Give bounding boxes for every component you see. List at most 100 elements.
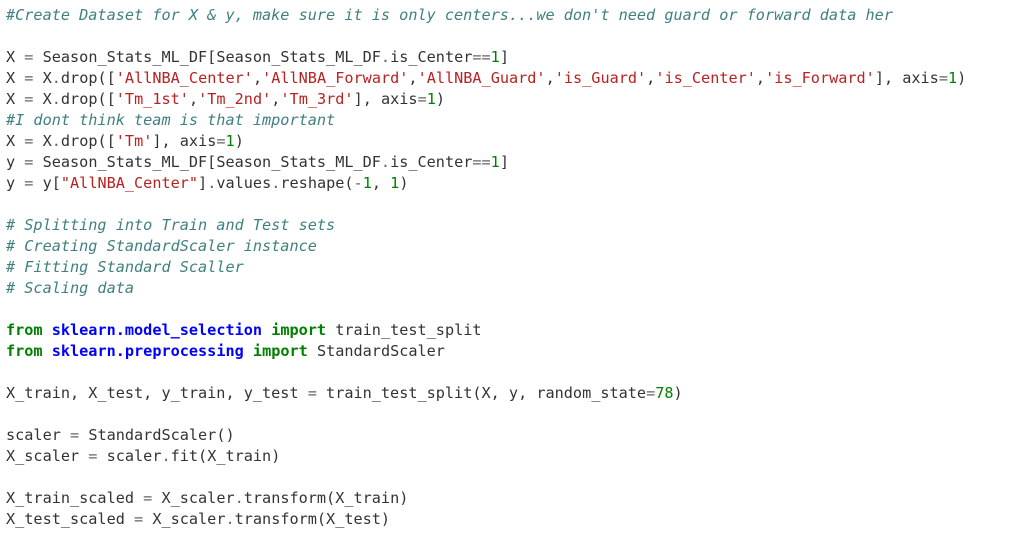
- code-line: X_train_scaled = X_scaler.transform(X_tr…: [6, 488, 1019, 509]
- code-line: scaler = StandardScaler(): [6, 425, 1019, 446]
- code-token-string: 'AllNBA_Guard': [417, 69, 546, 87]
- code-token-text: transform(X_test): [234, 510, 391, 528]
- code-line: #I dont think team is that important: [6, 110, 1019, 131]
- code-token-text: X: [6, 132, 25, 150]
- code-token-number: 1: [225, 132, 235, 150]
- code-token-op: .: [234, 489, 244, 507]
- code-token-text: ], axis: [353, 90, 418, 108]
- code-token-comment: #I dont think team is that important: [6, 111, 336, 129]
- code-token-op: =: [143, 489, 153, 507]
- code-token-text: y: [6, 174, 25, 192]
- code-line: X_train, X_test, y_train, y_test = train…: [6, 383, 1019, 404]
- code-token-string: 'Tm_3rd': [280, 90, 354, 108]
- code-line: X = X.drop(['Tm_1st','Tm_2nd','Tm_3rd'],…: [6, 89, 1019, 110]
- code-line: #Create Dataset for X & y, make sure it …: [6, 5, 1019, 26]
- code-token-text: ,: [545, 69, 555, 87]
- code-token-text: ,: [646, 69, 656, 87]
- code-line: X = X.drop(['Tm'], axis=1): [6, 131, 1019, 152]
- code-token-text: ], axis: [152, 132, 217, 150]
- code-token-text: values: [216, 174, 272, 192]
- code-token-text: ]: [499, 48, 509, 66]
- code-token-number: 1: [947, 69, 958, 87]
- code-line: # Fitting Standard Scaller: [6, 257, 1019, 278]
- code-token-text: StandardScaler: [307, 342, 445, 360]
- code-token-op: -: [353, 174, 363, 192]
- code-token-op: =: [70, 426, 80, 444]
- code-token-text: X_train, X_test, y_train, y_test: [6, 384, 308, 402]
- code-token-keyword: from: [6, 321, 43, 339]
- code-token-text: ,: [408, 69, 418, 87]
- code-token-text: ,: [371, 174, 391, 192]
- code-token-comment: # Creating StandardScaler instance: [6, 237, 317, 255]
- code-token-text: ): [234, 132, 244, 150]
- code-token-op: =: [216, 132, 226, 150]
- code-token-number: 1: [362, 174, 372, 192]
- code-token-text: ): [673, 384, 683, 402]
- code-line: X_test_scaled = X_scaler.transform(X_tes…: [6, 509, 1019, 530]
- code-token-module: sklearn.model_selection: [51, 321, 263, 339]
- code-token-text: X: [6, 48, 25, 66]
- code-token-string: 'is_Forward': [765, 69, 875, 87]
- code-token-string: 'is_Guard': [554, 69, 647, 87]
- code-token-number: 1: [426, 90, 436, 108]
- code-line: y = y["AllNBA_Center"].values.reshape(-1…: [6, 173, 1019, 194]
- code-token-text: y[: [33, 174, 61, 192]
- code-token-text: ): [399, 174, 409, 192]
- code-token-text: is_Center: [390, 153, 473, 171]
- code-line: y = Season_Stats_ML_DF[Season_Stats_ML_D…: [6, 152, 1019, 173]
- code-token-text: is_Center: [390, 48, 473, 66]
- code-token-op: .: [380, 48, 391, 66]
- code-token-op: ==: [472, 153, 491, 171]
- code-token-string: 'Tm_1st': [115, 90, 189, 108]
- code-token-text: X_test_scaled: [6, 510, 135, 528]
- code-token-number: 1: [390, 174, 400, 192]
- code-line: # Creating StandardScaler instance: [6, 236, 1019, 257]
- code-token-op: .: [51, 132, 61, 150]
- code-token-comment: # Splitting into Train and Test sets: [6, 216, 336, 234]
- code-line: # Scaling data: [6, 278, 1019, 299]
- code-token-text: ]: [499, 153, 509, 171]
- code-token-text: X_train_scaled: [6, 489, 144, 507]
- code-token-op: .: [51, 90, 61, 108]
- code-token-keyword: import: [271, 321, 327, 339]
- code-line: # Splitting into Train and Test sets: [6, 215, 1019, 236]
- code-token-text: Season_Stats_ML_DF[Season_Stats_ML_DF: [33, 153, 381, 171]
- code-token-comment: #Create Dataset for X & y, make sure it …: [6, 6, 893, 24]
- code-token-text: scaler: [6, 426, 71, 444]
- code-token-text: X: [6, 90, 25, 108]
- code-token-string: 'AllNBA_Center': [115, 69, 253, 87]
- code-token-text: ], axis: [874, 69, 939, 87]
- code-token-text: Season_Stats_ML_DF[Season_Stats_ML_DF: [33, 48, 381, 66]
- code-token-text: ,: [755, 69, 766, 87]
- code-token-text: X: [6, 69, 25, 87]
- code-token-module: sklearn.preprocessing: [51, 342, 244, 360]
- code-token-number: 78: [655, 384, 674, 402]
- code-token-op: .: [207, 174, 217, 192]
- code-token-text: StandardScaler(): [79, 426, 235, 444]
- code-token-text: ): [957, 69, 967, 87]
- code-token-string: 'is_Center': [655, 69, 756, 87]
- code-cell[interactable]: #Create Dataset for X & y, make sure it …: [6, 5, 1019, 530]
- code-token-text: ]: [198, 174, 208, 192]
- code-token-text: ): [435, 90, 446, 108]
- code-token-op: =: [646, 384, 656, 402]
- code-token-string: 'Tm_2nd': [198, 90, 272, 108]
- code-token-text: y: [6, 153, 25, 171]
- code-line: from sklearn.preprocessing import Standa…: [6, 341, 1019, 362]
- code-token-keyword: import: [252, 342, 308, 360]
- code-token-text: X_scaler: [152, 489, 235, 507]
- code-token-text: fit(X_train): [170, 447, 281, 465]
- code-token-string: 'AllNBA_Forward': [262, 69, 409, 87]
- code-token-op: =: [307, 384, 317, 402]
- code-token-op: ==: [472, 48, 491, 66]
- code-token-text: scaler: [97, 447, 162, 465]
- code-token-text: ,: [252, 69, 263, 87]
- code-token-string: 'Tm': [115, 132, 153, 150]
- code-token-text: X_scaler: [6, 447, 89, 465]
